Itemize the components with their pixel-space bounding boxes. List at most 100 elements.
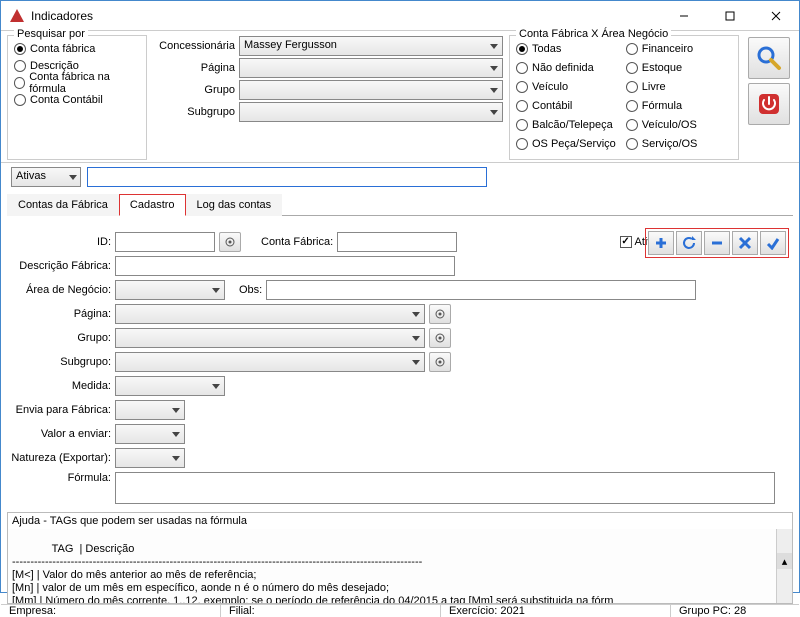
power-button[interactable] [748, 83, 790, 125]
top-panel: Pesquisar por Conta fábrica Descrição Co… [1, 31, 799, 163]
help-scrollbar[interactable]: ▴ ▾ [776, 529, 792, 603]
radio-conta-fabrica[interactable]: Conta fábrica [14, 41, 140, 57]
natureza-label: Natureza (Exportar): [11, 452, 111, 464]
window-buttons [661, 1, 799, 31]
close-button[interactable] [753, 1, 799, 31]
obs-label: Obs: [239, 284, 262, 296]
formula-input[interactable] [115, 472, 775, 504]
radio-icon [626, 100, 638, 112]
radio-conta-formula[interactable]: Conta fábrica na fórmula [14, 75, 140, 91]
help-section: Ajuda - TAGs que podem ser usadas na fór… [7, 512, 793, 604]
x-icon [738, 236, 752, 250]
minus-icon [710, 236, 724, 250]
refresh-button[interactable] [676, 231, 702, 255]
cadastro-form: ID: Conta Fábrica: Ativa Descrição Fábri… [1, 216, 799, 512]
add-button[interactable] [648, 231, 674, 255]
radio-livre[interactable]: Livre [626, 79, 698, 95]
subgrupo-label2: Subgrupo: [11, 356, 111, 368]
checkbox-icon [620, 236, 632, 248]
valor-select[interactable] [115, 424, 185, 444]
plus-icon [654, 236, 668, 250]
window-title: Indicadores [31, 9, 661, 23]
medida-label: Medida: [11, 380, 111, 392]
target-icon [434, 332, 446, 344]
radio-financeiro[interactable]: Financeiro [626, 41, 698, 57]
radio-icon [626, 81, 638, 93]
grupo-select[interactable] [239, 80, 503, 100]
search-button[interactable] [748, 37, 790, 79]
cancel-button[interactable] [732, 231, 758, 255]
id-input[interactable] [115, 232, 215, 252]
envia-select[interactable] [115, 400, 185, 420]
subgrupo-select2[interactable] [115, 352, 425, 372]
subgrupo-label: Subgrupo [153, 106, 235, 118]
conta-fabrica-input[interactable] [337, 232, 457, 252]
area-label: Área de Negócio: [11, 284, 111, 296]
status-grupo: Grupo PC: 28 [671, 605, 799, 617]
radio-icon [516, 138, 528, 150]
radio-formula[interactable]: Fórmula [626, 98, 698, 114]
radio-estoque[interactable]: Estoque [626, 60, 698, 76]
check-icon [766, 236, 780, 250]
confirm-button[interactable] [760, 231, 786, 255]
subgrupo-lookup-button[interactable] [429, 352, 451, 372]
power-icon [757, 92, 781, 116]
minimize-button[interactable] [661, 1, 707, 31]
radio-icon [516, 43, 528, 55]
radio-balcao[interactable]: Balcão/Telepeça [516, 117, 616, 133]
target-icon [224, 236, 236, 248]
descricao-input[interactable] [115, 256, 455, 276]
radio-icon [14, 94, 26, 106]
obs-input[interactable] [266, 280, 696, 300]
tab-cadastro[interactable]: Cadastro [119, 194, 186, 216]
maximize-button[interactable] [707, 1, 753, 31]
radio-icon [626, 138, 638, 150]
tab-log[interactable]: Log das contas [186, 194, 283, 216]
search-by-group: Pesquisar por Conta fábrica Descrição Co… [7, 35, 147, 160]
medida-select[interactable] [115, 376, 225, 396]
radio-icon [626, 119, 638, 131]
filters-mid: ConcessionáriaMassey Fergusson Página Gr… [153, 35, 503, 160]
status-empresa: Empresa: [1, 605, 221, 617]
radio-veiculo-os[interactable]: Veículo/OS [626, 117, 698, 133]
refresh-icon [682, 236, 696, 250]
status-exercicio: Exercício: 2021 [441, 605, 671, 617]
side-actions [745, 35, 793, 160]
scroll-up-icon[interactable]: ▴ [777, 553, 792, 569]
grupo-lookup-button[interactable] [429, 328, 451, 348]
filter-row: Ativas [1, 163, 799, 193]
remove-button[interactable] [704, 231, 730, 255]
id-label: ID: [11, 236, 111, 248]
help-legend: Ajuda - TAGs que podem ser usadas na fór… [8, 513, 792, 529]
radio-icon [516, 81, 528, 93]
concessionaria-select[interactable]: Massey Fergusson [239, 36, 503, 56]
pagina-label2: Página: [11, 308, 111, 320]
help-text[interactable]: TAG | Descrição ------------------------… [8, 529, 792, 603]
envia-label: Envia para Fábrica: [11, 404, 111, 416]
pagina-select2[interactable] [115, 304, 425, 324]
search-input[interactable] [87, 167, 487, 187]
subgrupo-select[interactable] [239, 102, 503, 122]
radio-icon [516, 119, 528, 131]
radio-os-peca[interactable]: OS Peça/Serviço [516, 136, 616, 152]
magnifier-icon [756, 45, 782, 71]
tab-contas[interactable]: Contas da Fábrica [7, 194, 119, 216]
radio-veiculo[interactable]: Veículo [516, 79, 616, 95]
grupo-select2[interactable] [115, 328, 425, 348]
formula-label: Fórmula: [11, 472, 111, 484]
app-window: Indicadores Pesquisar por Conta fábrica … [0, 0, 800, 593]
pagina-lookup-button[interactable] [429, 304, 451, 324]
natureza-select[interactable] [115, 448, 185, 468]
radio-nao-definida[interactable]: Não definida [516, 60, 616, 76]
radio-todas[interactable]: Todas [516, 41, 616, 57]
area-select[interactable] [115, 280, 225, 300]
pagina-select[interactable] [239, 58, 503, 78]
record-toolbar [645, 228, 789, 258]
target-icon [434, 356, 446, 368]
radio-icon [516, 62, 528, 74]
id-lookup-button[interactable] [219, 232, 241, 252]
valor-label: Valor a enviar: [11, 428, 111, 440]
radio-servico-os[interactable]: Serviço/OS [626, 136, 698, 152]
radio-contabil[interactable]: Contábil [516, 98, 616, 114]
status-filter-select[interactable]: Ativas [11, 167, 81, 187]
